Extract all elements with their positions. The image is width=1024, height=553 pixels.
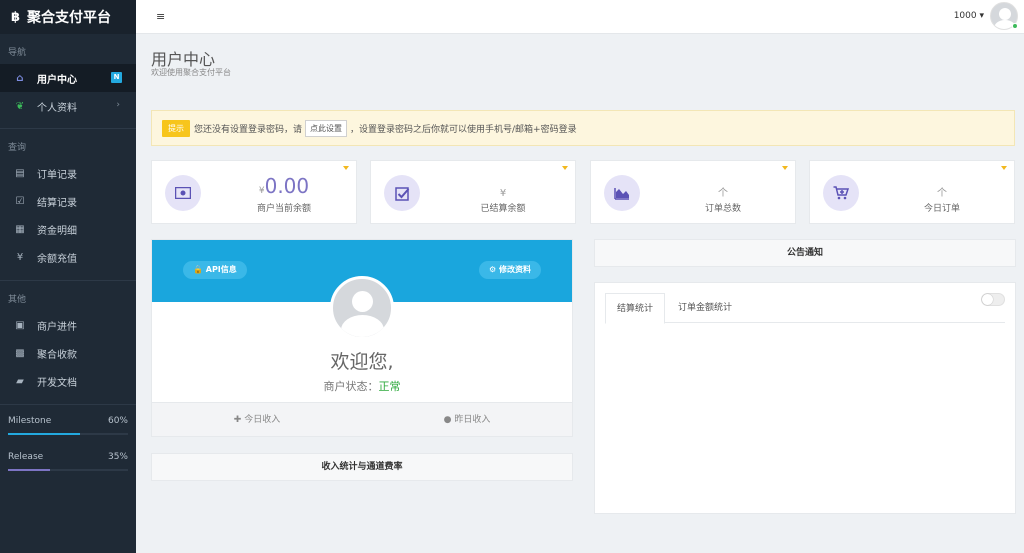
stat-card-settled: ¥ 已结算余额 bbox=[370, 160, 576, 224]
online-status-dot bbox=[1012, 23, 1018, 29]
set-password-button[interactable]: 点此设置 bbox=[305, 119, 348, 137]
calendar-icon: ▦ bbox=[15, 223, 25, 235]
toggle-knob bbox=[982, 294, 993, 305]
wallet-icon bbox=[165, 175, 201, 211]
toggle-switch[interactable] bbox=[981, 293, 1005, 306]
progress-label: Milestone bbox=[8, 416, 52, 426]
status-value: 正常 bbox=[378, 380, 401, 393]
checkbox-icon bbox=[384, 175, 420, 211]
stat-card-balance: ¥0.00 商户当前余额 bbox=[151, 160, 357, 224]
bitcoin-logo-icon: ฿ bbox=[11, 9, 21, 25]
sidebar-item-recharge[interactable]: ¥ 余额充值 bbox=[0, 243, 136, 271]
sidebar-item-label: 用户中心 bbox=[37, 74, 77, 86]
release-progress-bar bbox=[8, 469, 128, 471]
release-row: Release 35% bbox=[8, 449, 128, 465]
area-chart-icon bbox=[604, 175, 640, 211]
qrcode-icon: ▩ bbox=[15, 347, 25, 359]
avatar-body bbox=[341, 315, 384, 337]
sidebar-item-label: 资金明细 bbox=[37, 225, 77, 237]
progress-fill bbox=[8, 469, 50, 471]
dropdown-corner-icon[interactable] bbox=[1001, 166, 1007, 170]
clipboard-icon: ▣ bbox=[15, 319, 25, 331]
balance-value: ¥0.00 bbox=[212, 175, 356, 202]
book-icon: ▰ bbox=[16, 375, 24, 387]
today-income-button[interactable]: ✚ 今日收入 bbox=[152, 403, 362, 436]
stat-label: 已结算余额 bbox=[480, 204, 526, 214]
home-icon: ⌂ bbox=[16, 72, 24, 84]
income-stats-panel[interactable]: 收入统计与通道费率 bbox=[151, 453, 573, 481]
tab-order-amount-stats[interactable]: 订单金额统计 bbox=[667, 293, 743, 323]
page-subtitle: 欢迎使用聚合支付平台 bbox=[151, 68, 231, 77]
currency-symbol: ¥ bbox=[499, 188, 507, 199]
avatar-head bbox=[352, 291, 373, 312]
progress-percent: 35% bbox=[107, 452, 128, 462]
sidebar-item-user-center[interactable]: ⌂ 用户中心 N bbox=[0, 64, 136, 92]
menu-toggle-icon[interactable]: ≡ bbox=[156, 10, 165, 23]
sidebar-item-profile[interactable]: ❦ 个人资料 › bbox=[0, 92, 136, 120]
stat-card-today-orders: 个 今日订单 bbox=[809, 160, 1015, 224]
profile-panel: 🔒 API信息 ⚙ 修改资料 欢迎您, 商户状态：正常 ✚ 今日收入 ● 昨日收… bbox=[151, 239, 573, 437]
dropdown-corner-icon[interactable] bbox=[343, 166, 349, 170]
profile-avatar bbox=[330, 276, 394, 340]
income-row: ✚ 今日收入 ● 昨日收入 bbox=[152, 402, 572, 436]
sidebar-item-orders[interactable]: ▤ 订单记录 bbox=[0, 159, 136, 187]
yen-icon: ¥ bbox=[16, 251, 24, 263]
sidebar-item-merchant-onboard[interactable]: ▣ 商户进件 bbox=[0, 311, 136, 339]
alert-text-after: ，设置登录密码之后你就可以使用手机号/邮箱+密码登录 bbox=[350, 124, 577, 135]
list-icon: ▤ bbox=[15, 167, 25, 179]
progress-percent: 60% bbox=[107, 416, 128, 426]
progress-label: Release bbox=[8, 452, 44, 462]
dropdown-corner-icon[interactable] bbox=[562, 166, 568, 170]
alert-tag: 提示 bbox=[162, 119, 190, 137]
dropdown-corner-icon[interactable] bbox=[782, 166, 788, 170]
cart-plus-icon bbox=[823, 175, 859, 211]
query-section-title: 查询 bbox=[8, 143, 27, 153]
status-label: 商户状态： bbox=[323, 380, 379, 393]
welcome-text: 欢迎您, bbox=[330, 351, 394, 373]
stat-label: 订单总数 bbox=[704, 204, 741, 214]
progress-section: Milestone 60% Release 35% bbox=[0, 413, 136, 471]
top-bar: ≡ 1000 ▾ bbox=[136, 0, 1024, 34]
divider bbox=[0, 404, 136, 405]
stats-tabs-panel: 结算统计 订单金额统计 bbox=[594, 282, 1016, 514]
sidebar-item-funds[interactable]: ▦ 资金明细 bbox=[0, 215, 136, 243]
sidebar-item-docs[interactable]: ▰ 开发文档 bbox=[0, 367, 136, 395]
sidebar-item-label: 订单记录 bbox=[37, 169, 77, 181]
merchant-status: 商户状态：正常 bbox=[152, 378, 572, 394]
brand-name: 聚合支付平台 bbox=[27, 10, 112, 26]
edit-profile-button[interactable]: ⚙ 修改资料 bbox=[479, 261, 541, 279]
stat-value: 0.00 bbox=[264, 174, 310, 198]
sidebar-item-label: 商户进件 bbox=[37, 321, 77, 333]
other-section-title: 其他 bbox=[8, 295, 27, 305]
sidebar-item-aggregate-pay[interactable]: ▩ 聚合收款 bbox=[0, 339, 136, 367]
tab-bar: 结算统计 订单金额统计 bbox=[605, 293, 1005, 324]
sidebar-item-label: 余额充值 bbox=[37, 253, 77, 265]
tab-settlement-stats[interactable]: 结算统计 bbox=[605, 293, 666, 324]
sidebar: ฿ 聚合支付平台 导航 ⌂ 用户中心 N ❦ 个人资料 › 查询 ▤ 订单记录 … bbox=[0, 0, 136, 553]
sidebar-item-settlements[interactable]: ☑ 结算记录 bbox=[0, 187, 136, 215]
brand[interactable]: ฿ 聚合支付平台 bbox=[0, 0, 136, 34]
chevron-right-icon: › bbox=[116, 100, 120, 110]
sidebar-item-label: 个人资料 bbox=[37, 102, 77, 114]
new-badge: N bbox=[111, 72, 122, 83]
password-alert: 提示 您还没有设置登录密码，请 点此设置 ，设置登录密码之后你就可以使用手机号/… bbox=[151, 110, 1015, 146]
stat-label: 今日订单 bbox=[923, 204, 960, 214]
sidebar-item-label: 开发文档 bbox=[37, 377, 77, 389]
progress-fill bbox=[8, 433, 80, 435]
alert-text-before: 您还没有设置登录密码，请 bbox=[194, 124, 303, 135]
yesterday-income-button[interactable]: ● 昨日收入 bbox=[362, 403, 572, 436]
notice-panel[interactable]: 公告通知 bbox=[594, 239, 1016, 267]
leaf-icon: ❦ bbox=[15, 100, 25, 112]
milestone-row: Milestone 60% bbox=[8, 413, 128, 429]
avatar-head bbox=[999, 8, 1011, 20]
sidebar-item-label: 聚合收款 bbox=[37, 349, 77, 361]
stat-label: 商户当前余额 bbox=[256, 204, 311, 214]
check-icon: ☑ bbox=[15, 195, 25, 207]
nav-section-title: 导航 bbox=[8, 48, 27, 58]
stat-card-orders-total: 个 订单总数 bbox=[590, 160, 796, 224]
user-dropdown[interactable]: 1000 ▾ bbox=[954, 11, 984, 21]
sidebar-item-label: 结算记录 bbox=[37, 197, 77, 209]
api-info-button[interactable]: 🔒 API信息 bbox=[183, 261, 247, 279]
milestone-progress-bar bbox=[8, 433, 128, 435]
